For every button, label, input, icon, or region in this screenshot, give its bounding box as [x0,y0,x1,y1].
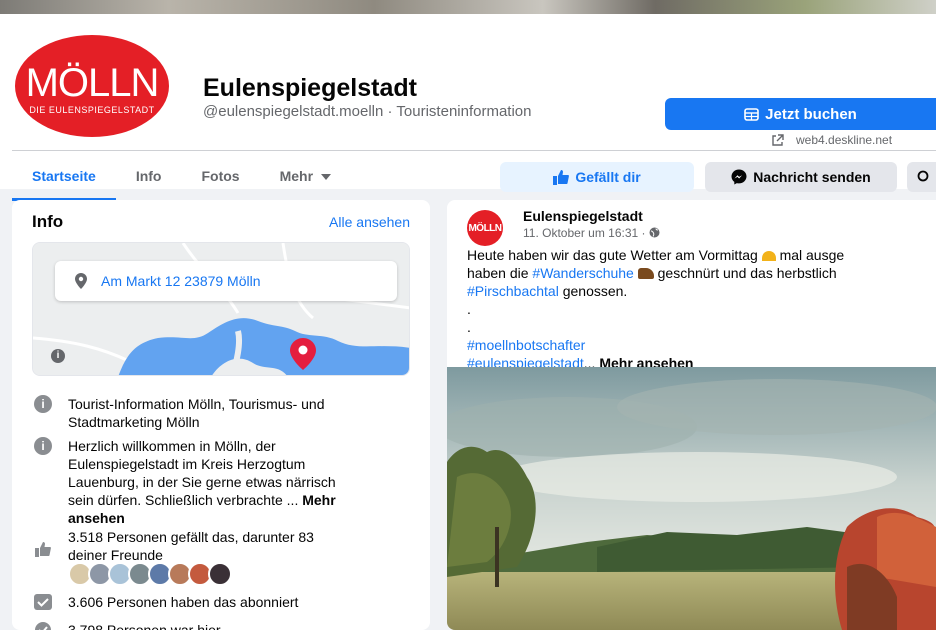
check-icon [34,594,52,610]
info-likes: 3.518 Personen gefällt das, darunter 83 … [68,529,314,563]
send-message-label: Nachricht senden [753,169,871,185]
like-label: Gefällt dir [575,169,641,185]
post-card: MÖLLN Eulenspiegelstadt 11. Oktober um 1… [447,200,936,630]
tab-mehr-label: Mehr [279,168,314,184]
tab-info[interactable]: Info [116,151,182,201]
map-address-box[interactable]: Am Markt 12 23879 Mölln [55,261,397,301]
messenger-icon [731,169,747,185]
info-checkins: 3.798 Personen war hier [68,622,221,630]
external-link-icon [772,133,784,146]
post-photo[interactable] [447,367,936,630]
calendar-icon [744,108,759,121]
map-pin-icon [75,273,87,289]
map-address: Am Markt 12 23879 Mölln [101,273,261,289]
boot-emoji [637,268,654,279]
see-all-link[interactable]: Alle ansehen [329,214,410,230]
website-link[interactable]: web4.deskline.net [771,133,892,147]
caret-down-icon [320,174,331,180]
info-description-row: i Tourist-Information Mölln, Tourismus- … [32,395,412,431]
profile-logo[interactable]: MÖLLN DIE EULENSPIEGELSTADT [12,32,172,140]
info-card: Info Alle ansehen Am Markt 12 23879 Möll… [12,200,430,630]
globe-icon [649,227,660,238]
info-icon: i [34,395,52,413]
info-icon: i [34,437,52,455]
map-info-icon[interactable]: i [51,349,65,363]
sun-emoji [761,251,776,261]
info-checkins-row: 3.798 Personen war hier [32,621,412,630]
thumbs-up-icon [553,169,570,185]
post-author[interactable]: Eulenspiegelstadt [523,208,643,224]
location-map[interactable]: Am Markt 12 23879 Mölln i [32,242,410,376]
info-description: Tourist-Information Mölln, Tourismus- un… [68,396,325,430]
page-header: MÖLLN DIE EULENSPIEGELSTADT Eulenspiegel… [0,14,936,201]
logo-subtext: DIE EULENSPIEGELSTADT [29,105,155,115]
search-button[interactable] [907,162,936,192]
info-followers: 3.606 Personen haben das abonniert [68,594,299,610]
page-subtitle: @eulenspiegelstadt.moelln · Touristeninf… [203,103,532,120]
logo-text: MÖLLN [25,61,160,105]
page-tabs: Startseite Info Fotos Mehr [12,151,351,201]
welcome-more-link-2[interactable]: ansehen [68,509,336,527]
post-time[interactable]: 11. Oktober um 16:31 · [523,226,660,240]
hashtag-link[interactable]: #moellnbotschafter [467,336,936,354]
hashtag-link[interactable]: #Pirschbachtal [467,283,559,299]
info-likes-row: 3.518 Personen gefällt das, darunter 83 … [32,528,412,564]
website-url: web4.deskline.net [796,133,893,147]
check-icon [35,622,51,630]
landscape-photo [447,367,936,630]
tab-mehr[interactable]: Mehr [260,151,351,201]
info-title: Info [32,212,64,231]
post-text: Heute haben wir das gute Wetter am Vormi… [467,246,936,372]
book-now-label: Jetzt buchen [765,105,857,123]
info-welcome: Herzlich willkommen in Mölln, der Eulens… [68,438,336,527]
tab-fotos[interactable]: Fotos [181,151,259,201]
friend-avatars[interactable] [68,562,232,586]
search-icon [917,170,928,182]
tab-startseite[interactable]: Startseite [12,151,116,201]
avatar[interactable] [208,562,232,586]
page-category[interactable]: Touristeninformation [396,103,531,120]
hashtag-link[interactable]: #Wanderschuhe [532,265,633,281]
send-message-button[interactable]: Nachricht senden [705,162,897,192]
info-followers-row: 3.606 Personen haben das abonniert [32,593,412,611]
post-avatar[interactable]: MÖLLN [467,210,503,246]
info-welcome-row: i Herzlich willkommen in Mölln, der Eule… [32,437,412,527]
welcome-more-link[interactable]: Mehr [302,492,335,508]
like-button[interactable]: Gefällt dir [500,162,694,192]
book-now-button[interactable]: Jetzt buchen [665,98,936,130]
location-marker-icon [290,338,316,370]
thumbs-up-icon [35,541,51,557]
page-title: Eulenspiegelstadt [203,74,417,102]
page-handle: @eulenspiegelstadt.moelln [203,103,384,120]
